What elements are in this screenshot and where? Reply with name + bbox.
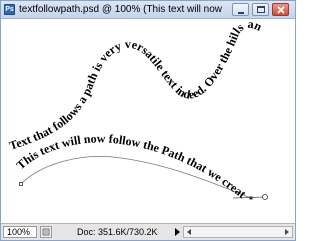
document-window: Ps textfollowpath.psd @ 100% (This text … — [0, 0, 296, 241]
minimize-button[interactable] — [232, 3, 249, 16]
canvas-artwork: Text that follows a path is very versati… — [1, 20, 268, 201]
status-options-button[interactable] — [40, 226, 52, 238]
horizontal-scrollbar[interactable] — [183, 226, 293, 238]
window-title: textfollowpath.psd @ 100% (This text wil… — [19, 4, 224, 15]
zoom-level-field[interactable]: 100% — [3, 226, 37, 238]
scroll-left-icon[interactable] — [185, 228, 193, 236]
document-size-info: Doc: 351.6K/730.2K — [77, 227, 158, 237]
document-canvas[interactable]: Text that follows a path is very versati… — [1, 20, 295, 223]
path-anchor-start[interactable] — [19, 182, 23, 186]
path-text-upper[interactable]: Text that follows a path is very versati… — [1, 20, 264, 153]
path-handle-point[interactable] — [262, 194, 268, 200]
photoshop-document-icon: Ps — [4, 4, 15, 15]
close-icon — [277, 6, 285, 14]
title-bar[interactable]: Ps textfollowpath.psd @ 100% (This text … — [1, 1, 295, 19]
path-anchor-end[interactable] — [249, 196, 253, 200]
document-status-icon — [42, 228, 50, 236]
status-menu-button[interactable] — [174, 227, 181, 237]
maximize-icon — [257, 6, 265, 13]
triangle-right-icon — [175, 228, 180, 236]
maximize-button[interactable] — [252, 3, 269, 16]
status-bar: 100% Doc: 351.6K/730.2K — [1, 223, 295, 240]
close-button[interactable] — [272, 3, 289, 16]
scroll-right-icon[interactable] — [283, 228, 291, 236]
path-text-lower[interactable]: This text will now follow the Path that … — [1, 20, 249, 201]
minimize-icon — [238, 12, 244, 14]
